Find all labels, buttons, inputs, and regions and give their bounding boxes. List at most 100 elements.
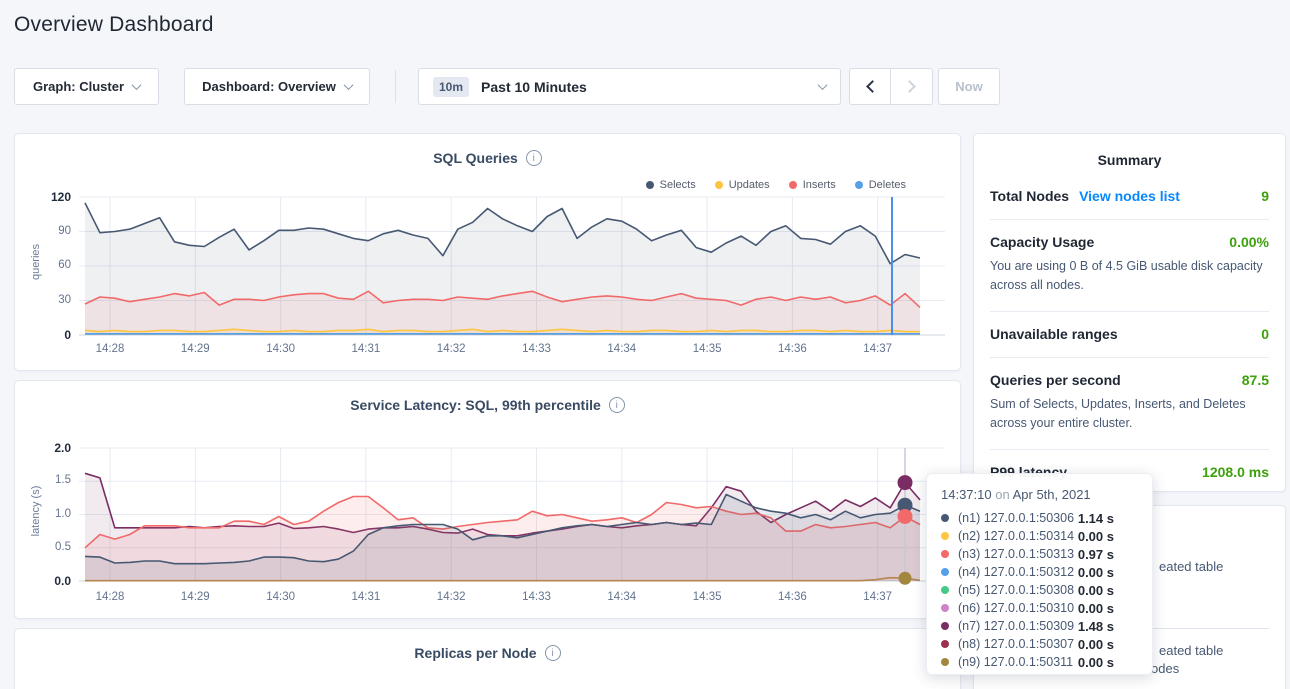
node-color-dot — [941, 658, 949, 666]
x-axis-tick-label: 14:36 — [760, 591, 824, 603]
tooltip-node-row: (n3) 127.0.0.1:503130.97 s — [941, 545, 1138, 563]
node-latency-value: 0.00 s — [1078, 529, 1138, 544]
summary-row-value: 1208.0 ms — [1202, 464, 1269, 480]
node-address: (n7) 127.0.0.1:50309 — [958, 619, 1074, 633]
node-latency-value: 0.00 s — [1078, 583, 1138, 598]
sql-queries-chart-card: SQL Queries i SelectsUpdatesInsertsDelet… — [14, 133, 961, 371]
x-axis-tick-label: 14:36 — [760, 343, 824, 355]
node-color-dot — [941, 604, 949, 612]
page-title: Overview Dashboard — [14, 13, 214, 37]
replicas-per-node-chart-card: Replicas per Node i — [14, 628, 961, 689]
summary-row-value: 0 — [1261, 326, 1269, 342]
x-axis-tick-label: 14:30 — [249, 591, 313, 603]
y-axis-tick-label: 60 — [29, 259, 71, 271]
chart-title: SQL Queries — [433, 150, 518, 166]
node-color-dot — [941, 586, 949, 594]
summary-title: Summary — [974, 134, 1285, 174]
summary-row-capacity-usage: Capacity Usage 0.00% You are using 0 B o… — [990, 220, 1269, 312]
legend-color-dot — [715, 181, 723, 189]
chevron-left-icon — [866, 80, 879, 93]
graph-dropdown-label: Graph: Cluster — [33, 79, 124, 94]
legend-color-dot — [789, 181, 797, 189]
tooltip-node-row: (n9) 127.0.0.1:50311 0.00 s — [941, 653, 1138, 671]
x-axis-tick-label: 14:34 — [590, 591, 654, 603]
summary-panel: Summary Total Nodes View nodes list 9 Ca… — [973, 133, 1286, 492]
x-axis-tick-label: 14:31 — [334, 343, 398, 355]
now-button-label: Now — [955, 79, 982, 94]
graph-dropdown[interactable]: Graph: Cluster — [14, 68, 159, 105]
node-latency-value: 1.14 s — [1078, 511, 1138, 526]
sql-queries-plot[interactable] — [79, 189, 945, 341]
y-axis-tick-label: 30 — [29, 294, 71, 306]
x-axis-tick-label: 14:28 — [78, 591, 142, 603]
time-range-badge: 10m — [433, 77, 469, 97]
chevron-down-icon — [343, 80, 353, 90]
summary-row-label: Unavailable ranges — [990, 326, 1118, 342]
chart-hover-tooltip: 14:37:10 on Apr 5th, 2021 (n1) 127.0.0.1… — [926, 473, 1153, 675]
node-address: (n8) 127.0.0.1:50307 — [958, 637, 1074, 651]
node-color-dot — [941, 532, 949, 540]
summary-row-value: 0.00% — [1229, 234, 1269, 250]
node-latency-value: 0.97 s — [1078, 547, 1138, 562]
info-icon[interactable]: i — [609, 397, 625, 413]
x-axis-tick-label: 14:34 — [590, 343, 654, 355]
view-nodes-list-link[interactable]: View nodes list — [1079, 188, 1180, 204]
x-axis-tick-label: 14:29 — [163, 591, 227, 603]
y-axis-tick-label: 1.5 — [29, 474, 71, 486]
x-axis-tick-label: 14:33 — [505, 591, 569, 603]
node-latency-value: 0.00 s — [1078, 565, 1138, 580]
x-axis-tick-label: 14:37 — [846, 591, 910, 603]
info-icon[interactable]: i — [545, 645, 561, 661]
event-item-text[interactable]: odes — [1151, 661, 1179, 676]
summary-row-queries-per-second: Queries per second 87.5 Sum of Selects, … — [990, 358, 1269, 450]
x-axis-tick-label: 14:29 — [163, 343, 227, 355]
node-color-dot — [941, 622, 949, 630]
x-axis-tick-label: 14:32 — [419, 591, 483, 603]
summary-row-value: 87.5 — [1242, 372, 1269, 388]
y-axis-tick-label: 1.0 — [29, 508, 71, 520]
y-axis-tick-label: 90 — [29, 225, 71, 237]
node-color-dot — [941, 568, 949, 576]
summary-row-value: 9 — [1261, 188, 1269, 204]
tooltip-timestamp: 14:37:10 on Apr 5th, 2021 — [941, 487, 1138, 502]
node-address: (n5) 127.0.0.1:50308 — [958, 583, 1074, 597]
y-axis-tick-label: 0.0 — [29, 574, 71, 588]
legend-color-dot — [855, 181, 863, 189]
chart-title: Service Latency: SQL, 99th percentile — [350, 397, 601, 413]
x-axis-tick-label: 14:31 — [334, 591, 398, 603]
time-prev-button[interactable] — [849, 68, 891, 105]
y-axis-tick-label: 120 — [29, 190, 71, 204]
node-address: (n4) 127.0.0.1:50312 — [958, 565, 1074, 579]
x-axis-tick-label: 14:33 — [505, 343, 569, 355]
tooltip-node-row: (n5) 127.0.0.1:50308 0.00 s — [941, 581, 1138, 599]
chevron-down-icon — [818, 80, 828, 90]
node-address: (n9) 127.0.0.1:50311 — [958, 655, 1073, 669]
controls-divider — [395, 70, 396, 103]
summary-row-unavailable-ranges: Unavailable ranges 0 — [990, 312, 1269, 358]
node-latency-value: 0.00 s — [1078, 637, 1138, 652]
event-item-text[interactable]: eated table — [1159, 559, 1223, 574]
chevron-right-icon — [903, 80, 916, 93]
event-item-text[interactable]: eated table — [1159, 643, 1223, 658]
y-axis-tick-label: 2.0 — [29, 441, 71, 455]
info-icon[interactable]: i — [526, 150, 542, 166]
now-button[interactable]: Now — [938, 68, 1000, 105]
node-color-dot — [941, 640, 949, 648]
chart-title: Replicas per Node — [414, 645, 536, 661]
tooltip-node-row: (n4) 127.0.0.1:50312 0.00 s — [941, 563, 1138, 581]
time-range-picker[interactable]: 10m Past 10 Minutes — [418, 68, 841, 105]
summary-row-label: Queries per second — [990, 372, 1121, 388]
node-latency-value: 0.00 s — [1078, 655, 1138, 670]
service-latency-chart-card: Service Latency: SQL, 99th percentile i … — [14, 380, 961, 619]
dashboard-dropdown[interactable]: Dashboard: Overview — [184, 68, 370, 105]
summary-row-label: Total Nodes — [990, 188, 1069, 204]
x-axis-tick-label: 14:30 — [249, 343, 313, 355]
x-axis-tick-label: 14:28 — [78, 343, 142, 355]
y-axis-tick-label: 0 — [29, 328, 71, 342]
time-nav-group — [849, 68, 933, 105]
time-next-button[interactable] — [891, 68, 933, 105]
node-address: (n1) 127.0.0.1:50306 — [958, 511, 1074, 525]
tooltip-node-row: (n1) 127.0.0.1:50306 1.14 s — [941, 509, 1138, 527]
x-axis-tick-label: 14:35 — [675, 343, 739, 355]
service-latency-plot[interactable] — [79, 441, 945, 587]
